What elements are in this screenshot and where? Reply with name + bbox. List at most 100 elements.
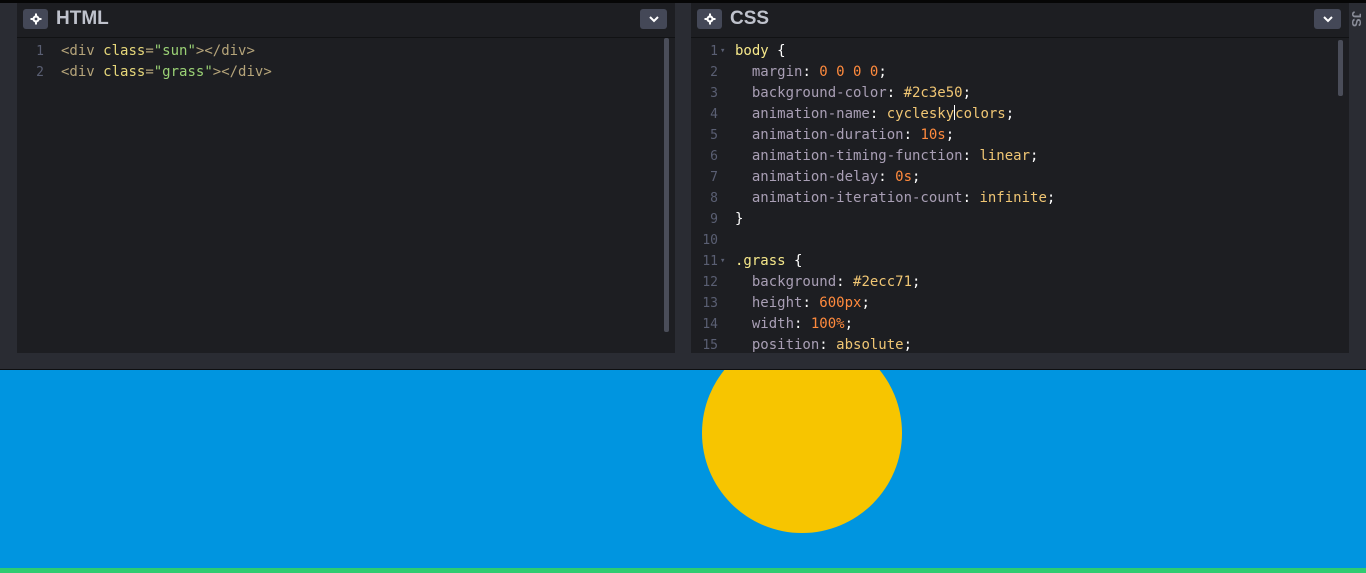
code-token: class — [103, 43, 146, 59]
code-token: ; — [912, 169, 921, 185]
code-token: #2ecc71 — [853, 274, 913, 290]
code-text: } — [735, 209, 743, 230]
css-code-line[interactable]: 6 animation-timing-function: linear; — [691, 146, 1349, 167]
code-token: ; — [912, 274, 921, 290]
css-code-line[interactable]: 7 animation-delay: 0s; — [691, 167, 1349, 188]
line-number: 12 — [702, 275, 718, 290]
code-token: ></div> — [195, 43, 255, 59]
code-text: width: 100%; — [735, 314, 853, 335]
sun — [702, 370, 902, 533]
code-text: animation-iteration-count: infinite; — [735, 188, 1055, 209]
code-text: height: 600px; — [735, 293, 870, 314]
grass — [0, 568, 1366, 573]
code-token: ; — [903, 337, 913, 353]
code-token: body — [735, 43, 778, 59]
code-text: background-color: #2c3e50; — [735, 83, 971, 104]
line-number: 1 — [710, 44, 718, 59]
css-code-line[interactable]: 5 animation-duration: 10s; — [691, 125, 1349, 146]
code-token: #2c3e50 — [903, 85, 963, 101]
line-number: 10 — [702, 233, 718, 248]
html-editor-panel: HTML 1 <div class="sun"></div> 2 <div class… — [17, 3, 675, 353]
editor-preview-resizer[interactable] — [0, 353, 1366, 370]
code-text: animation-name: cycleskycolors; — [735, 104, 1014, 125]
code-token: : — [836, 274, 854, 290]
line-number: 2 — [710, 65, 718, 80]
css-code-line[interactable]: 15 position: absolute; — [691, 335, 1349, 353]
css-code-line[interactable]: 13 height: 600px; — [691, 293, 1349, 314]
code-token: position — [735, 337, 820, 353]
code-token: : — [869, 106, 887, 122]
html-code-line[interactable]: 1 <div class="sun"></div> — [17, 41, 675, 62]
code-text: <div class="sun"></div> — [61, 41, 255, 62]
code-token: colors — [955, 106, 1006, 122]
css-panel-header: CSS — [691, 3, 1349, 38]
code-token: : — [819, 337, 837, 353]
line-number: 4 — [710, 107, 718, 122]
js-panel-title[interactable]: JS — [1349, 11, 1364, 27]
fold-arrow-icon[interactable]: ▾ — [720, 251, 725, 272]
line-number: 8 — [710, 191, 718, 206]
code-text: position: absolute; — [735, 335, 912, 353]
code-token: ; — [1030, 148, 1039, 164]
html-scrollbar[interactable] — [664, 38, 669, 332]
code-token: ; — [844, 316, 854, 332]
code-token: 10s — [920, 127, 946, 143]
css-settings-button[interactable] — [697, 9, 722, 29]
chevron-down-icon — [1322, 15, 1333, 22]
code-token: animation-duration — [735, 127, 904, 143]
code-token: : — [878, 169, 896, 185]
code-token: : — [802, 295, 820, 311]
line-number: 6 — [710, 149, 718, 164]
css-code-line[interactable]: 8 animation-iteration-count: infinite; — [691, 188, 1349, 209]
code-token: ; — [962, 85, 972, 101]
css-collapse-button[interactable] — [1314, 9, 1341, 29]
code-token: animation-iteration-count — [735, 190, 963, 206]
html-collapse-button[interactable] — [640, 9, 667, 29]
css-code-editor[interactable]: 1 ▾ body {2 margin: 0 0 0 0; 3 background-c… — [691, 41, 1349, 353]
code-text: <div class="grass"></div> — [61, 62, 272, 83]
css-scrollbar[interactable] — [1338, 40, 1343, 96]
code-token: <div — [61, 43, 104, 59]
code-token: } — [735, 211, 744, 227]
code-token: height — [735, 295, 803, 311]
line-number: 7 — [710, 170, 718, 185]
code-token: "grass" — [153, 64, 213, 80]
css-code-line[interactable]: 10 — [691, 230, 1349, 251]
result-preview — [0, 370, 1366, 573]
css-code-line[interactable]: 1 ▾ body { — [691, 41, 1349, 62]
css-code-line[interactable]: 3 background-color: #2c3e50; — [691, 83, 1349, 104]
css-code-line[interactable]: 9} — [691, 209, 1349, 230]
code-token: background — [735, 274, 837, 290]
code-text: background: #2ecc71; — [735, 272, 921, 293]
code-token: = — [145, 43, 154, 59]
html-settings-button[interactable] — [23, 9, 48, 29]
html-panel-header: HTML — [17, 3, 675, 38]
code-token: infinite — [979, 190, 1047, 206]
code-token: ; — [861, 295, 870, 311]
html-code-editor[interactable]: 1 <div class="sun"></div> 2 <div class="gra… — [17, 41, 675, 83]
code-token: class — [103, 64, 146, 80]
html-code-line[interactable]: 2 <div class="grass"></div> — [17, 62, 675, 83]
css-code-line[interactable]: 11 ▾ .grass { — [691, 251, 1349, 272]
line-number: 9 — [710, 212, 718, 227]
css-code-line[interactable]: 2 margin: 0 0 0 0; — [691, 62, 1349, 83]
editor-area: HTML 1 <div class="sun"></div> 2 <div class… — [0, 3, 1366, 353]
js-panel-collapsed[interactable] — [1349, 3, 1366, 353]
panel-divider[interactable] — [675, 3, 691, 353]
code-token: : — [962, 148, 980, 164]
css-code-line[interactable]: 12 background: #2ecc71; — [691, 272, 1349, 293]
code-text: animation-delay: 0s; — [735, 167, 921, 188]
css-code-line[interactable]: 14 width: 100%; — [691, 314, 1349, 335]
css-code-line[interactable]: 4 animation-name: cycleskycolors; — [691, 104, 1349, 125]
fold-arrow-icon[interactable]: ▾ — [720, 41, 725, 62]
code-token: ></div> — [212, 64, 272, 80]
code-token: : — [903, 127, 921, 143]
line-number: 1 — [36, 44, 44, 59]
code-token: { — [794, 253, 803, 269]
left-resizer[interactable] — [0, 3, 17, 353]
code-token: : — [802, 64, 820, 80]
code-token: ; — [1046, 190, 1056, 206]
gear-icon — [30, 13, 41, 25]
code-token: ; — [878, 64, 887, 80]
code-token: animation-delay — [735, 169, 879, 185]
